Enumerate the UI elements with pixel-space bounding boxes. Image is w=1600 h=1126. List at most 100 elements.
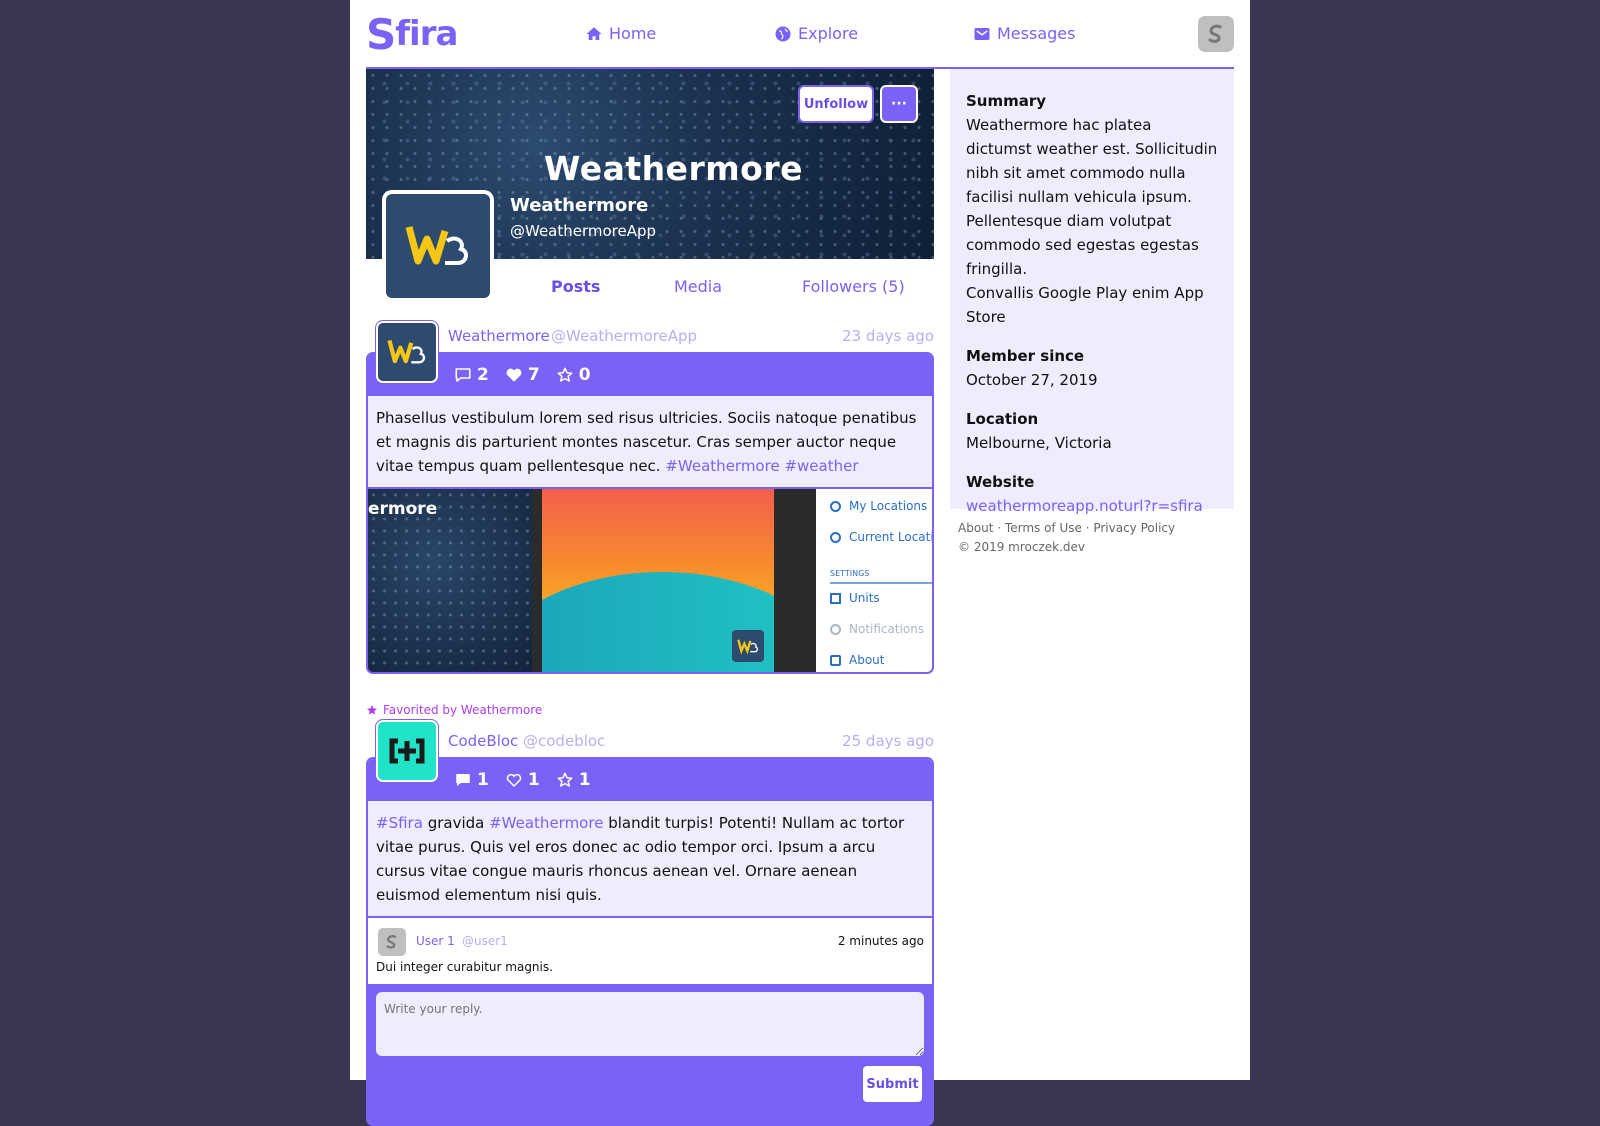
- reply-author-avatar[interactable]: [378, 928, 406, 956]
- nav-messages-label: Messages: [997, 24, 1076, 43]
- profile-name: Weathermore: [510, 195, 649, 216]
- likes-stat[interactable]: 1: [505, 770, 540, 790]
- favorites-count: 1: [578, 770, 591, 790]
- post-card: CodeBloc @codebloc 25 days ago 1 1 1 #Sf…: [366, 720, 934, 1126]
- image-menu-item: About: [830, 653, 884, 667]
- post-header: CodeBloc @codebloc 25 days ago: [366, 720, 934, 782]
- footer-copyright: © 2019 mroczek.dev: [958, 540, 1086, 554]
- nav-explore-label: Explore: [798, 24, 859, 43]
- favorites-stat[interactable]: 1: [556, 770, 591, 790]
- star-icon: [557, 772, 573, 787]
- weathermore-logo-icon: [386, 194, 490, 298]
- post-text-word: gravida: [427, 814, 485, 832]
- footer-links[interactable]: About · Terms of Use · Privacy Policy: [958, 519, 1175, 538]
- likes-stat[interactable]: 7: [505, 365, 540, 385]
- post-author-name[interactable]: CodeBloc: [448, 732, 518, 750]
- post-author-name[interactable]: Weathermore: [448, 327, 550, 345]
- comments-count: 2: [477, 365, 489, 385]
- post-timestamp: 25 days ago: [842, 732, 934, 750]
- reply-text: Dui integer curabitur magnis.: [376, 960, 553, 974]
- image-app-menu: My Locations ( Current Locati SETTINGS U…: [816, 489, 932, 672]
- envelope-icon: [974, 27, 990, 40]
- summary-text: Weathermore hac platea dictumst weather …: [966, 116, 1218, 278]
- current-user-avatar[interactable]: [1198, 16, 1234, 52]
- hashtag-link[interactable]: #Sfira: [376, 814, 423, 832]
- post-author-avatar[interactable]: [376, 720, 438, 782]
- likes-count: 7: [527, 365, 540, 385]
- post-actions: 2 7 0: [368, 354, 932, 396]
- hashtag-link[interactable]: #Weathermore: [489, 814, 603, 832]
- image-cover-section: ermore: [368, 489, 532, 672]
- reply-author-handle[interactable]: @user1: [462, 934, 508, 948]
- image-menu-item: Units: [830, 591, 880, 605]
- image-menu-item: My Locations (: [830, 499, 932, 513]
- reply-form: Submit: [368, 984, 932, 1124]
- cover-brand-label: Weathermore: [544, 149, 804, 188]
- post-author-handle[interactable]: @WeathermoreApp: [551, 327, 697, 345]
- comment-icon: [455, 368, 471, 382]
- favorited-by-note: Favorited by Weathermore: [366, 700, 934, 720]
- profile-sidebar: Summary Weathermore hac platea dictumst …: [950, 69, 1234, 515]
- nav-home-label: Home: [609, 24, 657, 43]
- sfira-s-icon: [1208, 24, 1222, 43]
- hashtag-link[interactable]: #Weathermore: [665, 457, 779, 475]
- heart-icon: [506, 368, 522, 382]
- heart-icon: [506, 773, 522, 788]
- image-menu-section: SETTINGS: [830, 569, 932, 584]
- home-icon: [586, 26, 602, 40]
- comments-count: 1: [477, 770, 489, 790]
- favorites-count: 0: [578, 365, 591, 385]
- tab-media[interactable]: Media: [674, 277, 722, 296]
- image-menu-item: Notifications: [830, 622, 924, 636]
- profile-main: Weathermore Unfollow ··· Weathermore @We…: [366, 69, 934, 1126]
- unfollow-button[interactable]: Unfollow: [798, 85, 874, 123]
- footer: About · Terms of Use · Privacy Policy © …: [958, 519, 1175, 557]
- nav-messages[interactable]: Messages: [973, 24, 1075, 43]
- image-brand-fragment: ermore: [368, 499, 438, 519]
- website-label: Website: [966, 473, 1035, 491]
- cover-brand-text: Weathermore: [544, 149, 803, 188]
- summary-label: Summary: [966, 92, 1047, 110]
- more-options-button[interactable]: ···: [880, 85, 918, 123]
- summary-text-2: Convallis Google Play enim App Store: [966, 284, 1204, 326]
- reply-timestamp: 2 minutes ago: [837, 934, 924, 948]
- image-phone: [532, 489, 816, 672]
- nav-home[interactable]: Home: [585, 24, 656, 43]
- post-author-avatar[interactable]: [376, 321, 438, 383]
- image-app-badge-icon: [732, 630, 764, 662]
- post-text: #Sfira gravida #Weathermore blandit turp…: [368, 801, 932, 916]
- reply-item: User 1 @user1 2 minutes ago Dui integer …: [368, 916, 932, 984]
- post-body: 1 1 1 #Sfira gravida #Weathermore blandi…: [366, 757, 934, 1126]
- member-since-label: Member since: [966, 347, 1085, 365]
- page: Sfira Home Explore Messages Weathermore …: [350, 0, 1250, 1126]
- member-since-value: October 27, 2019: [966, 371, 1098, 389]
- profile-avatar: [382, 190, 494, 302]
- tab-followers[interactable]: Followers (5): [802, 277, 905, 296]
- hashtag-link[interactable]: #weather: [784, 457, 858, 475]
- post-card: Weathermore @WeathermoreApp 23 days ago …: [366, 315, 934, 674]
- post-header: Weathermore @WeathermoreApp 23 days ago: [366, 315, 934, 383]
- comment-icon: [456, 774, 470, 786]
- post-text: Phasellus vestibulum lorem sed risus ult…: [368, 396, 932, 487]
- comments-stat[interactable]: 2: [454, 365, 489, 385]
- profile-handle: @WeathermoreApp: [510, 222, 657, 240]
- reply-input[interactable]: [376, 992, 924, 1056]
- codebloc-logo-icon: [389, 738, 425, 764]
- post-body: 2 7 0 Phasellus vestibulum lorem sed ris…: [366, 352, 934, 674]
- favorited-by-label[interactable]: Favorited by Weathermore: [383, 703, 542, 717]
- tab-posts[interactable]: Posts: [551, 277, 600, 296]
- reply-author-name[interactable]: User 1: [416, 934, 455, 948]
- post-actions: 1 1 1: [368, 759, 932, 801]
- post-image[interactable]: ermore My Locations ( Current Locati SET…: [368, 487, 932, 672]
- sfira-s-icon: [386, 935, 397, 949]
- star-icon: [367, 705, 377, 715]
- nav-explore[interactable]: Explore: [774, 24, 858, 43]
- favorites-stat[interactable]: 0: [556, 365, 591, 385]
- sfira-logo[interactable]: Sfira: [366, 10, 458, 59]
- website-link[interactable]: weathermoreapp.noturl?r=sfira: [966, 494, 1218, 518]
- submit-button[interactable]: Submit: [861, 1064, 924, 1104]
- post-author-handle[interactable]: @codebloc: [523, 732, 605, 750]
- location-label: Location: [966, 410, 1039, 428]
- comments-stat[interactable]: 1: [454, 770, 489, 790]
- likes-count: 1: [527, 770, 540, 790]
